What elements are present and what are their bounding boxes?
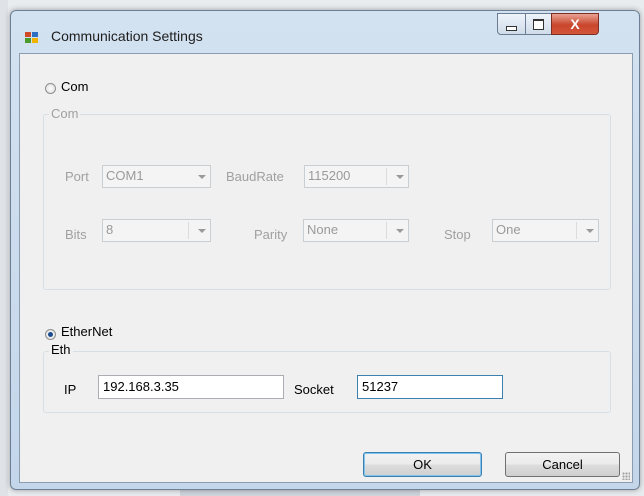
socket-label: Socket — [294, 382, 334, 397]
close-icon: X — [570, 16, 580, 32]
port-label: Port — [65, 169, 89, 184]
communication-settings-dialog: Communication Settings X Com Com Port CO… — [10, 10, 640, 490]
baudrate-label: BaudRate — [226, 169, 284, 184]
com-radio-label[interactable]: Com — [61, 79, 88, 94]
maximize-icon — [533, 18, 544, 30]
background-edge — [0, 0, 8, 496]
chevron-down-icon — [396, 229, 404, 233]
ip-label: IP — [64, 382, 77, 397]
port-select[interactable]: COM1 — [102, 165, 211, 188]
close-button[interactable]: X — [551, 13, 599, 35]
dialog-content: Com Com Port COM1 BaudRate 115200 Bits 8… — [19, 53, 633, 483]
parity-select[interactable]: None — [303, 219, 409, 242]
maximize-button[interactable] — [525, 13, 552, 35]
eth-group-label: Eth — [49, 342, 73, 357]
chevron-down-icon — [396, 175, 404, 179]
title-bar[interactable]: Communication Settings X — [11, 11, 639, 53]
minimize-button[interactable] — [497, 13, 526, 35]
chevron-down-icon — [198, 175, 206, 179]
baudrate-select[interactable]: 115200 — [304, 165, 409, 188]
ok-button[interactable]: OK — [363, 452, 482, 477]
parity-label: Parity — [254, 227, 288, 242]
chevron-down-icon — [586, 229, 594, 233]
cancel-button[interactable]: Cancel — [505, 452, 620, 477]
app-window-icon — [25, 32, 39, 44]
stop-select[interactable]: One — [492, 219, 599, 242]
socket-input[interactable]: 51237 — [357, 375, 503, 399]
chevron-down-icon — [198, 229, 206, 233]
window-title: Communication Settings — [51, 28, 203, 44]
com-group — [43, 114, 611, 290]
minimize-icon — [506, 25, 517, 31]
ethernet-radio-label[interactable]: EtherNet — [61, 324, 112, 339]
ethernet-radio[interactable] — [45, 329, 56, 340]
com-group-label: Com — [49, 106, 81, 121]
bits-select[interactable]: 8 — [102, 219, 211, 242]
resize-grip[interactable] — [622, 472, 630, 480]
bits-label: Bits — [65, 227, 87, 242]
ip-input[interactable]: 192.168.3.35 — [98, 375, 284, 399]
com-radio[interactable] — [45, 83, 56, 94]
stop-label: Stop — [444, 227, 471, 242]
